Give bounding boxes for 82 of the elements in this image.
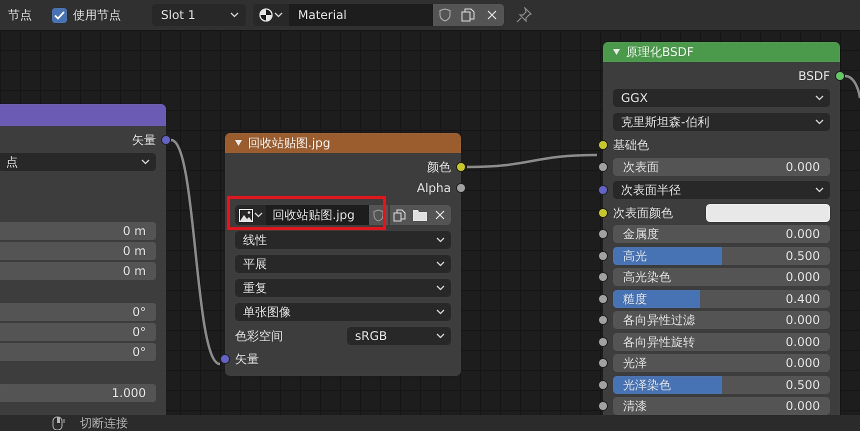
- number-field[interactable]: 1.000: [0, 384, 156, 402]
- node-header[interactable]: 原理化BSDF: [603, 42, 840, 62]
- dropdown[interactable]: 线性: [235, 231, 451, 249]
- chevron-icon: [436, 309, 445, 315]
- slot-dropdown[interactable]: Slot 1: [152, 4, 246, 26]
- close-icon: [435, 210, 446, 220]
- chevron-icon: [436, 237, 445, 243]
- duplicate-button[interactable]: [390, 205, 410, 225]
- dropdown[interactable]: 重复: [235, 279, 451, 297]
- value-slider[interactable]: 各向异性过滤 0.000: [613, 311, 830, 330]
- dropdown[interactable]: sRGB: [347, 327, 451, 345]
- value-slider[interactable]: 高光染色 0.000: [613, 268, 830, 286]
- dropdown[interactable]: 次表面半径: [613, 180, 830, 198]
- value-slider[interactable]: 糙度 0.400: [613, 290, 830, 308]
- socket-label: 基础色: [613, 137, 649, 154]
- shield-icon: [438, 8, 450, 22]
- number-field[interactable]: 0 m: [0, 262, 156, 280]
- node-header[interactable]: [0, 104, 166, 126]
- chevron-icon: [436, 261, 445, 267]
- copy-icon: [461, 8, 475, 22]
- image-icon: [238, 208, 253, 222]
- close-button[interactable]: [480, 4, 504, 26]
- dropdown[interactable]: 平展: [235, 255, 451, 273]
- checkbox[interactable]: [52, 8, 67, 22]
- node-link[interactable]: [171, 139, 220, 365]
- number-field[interactable]: 0°: [0, 303, 156, 321]
- close-button[interactable]: [429, 205, 451, 225]
- number-field[interactable]: 0°: [0, 323, 156, 341]
- material-name-field[interactable]: Material: [289, 4, 433, 26]
- value-slider[interactable]: 次表面 0.000: [613, 158, 830, 176]
- pin-icon[interactable]: [516, 7, 532, 23]
- chevron-icon: [230, 12, 239, 18]
- number-field[interactable]: 0°: [0, 343, 156, 361]
- value-slider[interactable]: 高光 0.500: [613, 246, 830, 265]
- use-nodes-checkbox[interactable]: 使用节点: [52, 6, 121, 24]
- folder-icon: [412, 209, 427, 221]
- chevron-icon: [815, 186, 824, 192]
- socket-label: Alpha: [416, 180, 451, 196]
- status-hint: 切断连接: [80, 415, 128, 431]
- material-browse-button[interactable]: [253, 4, 289, 26]
- value-slider[interactable]: 各向异性旋转 0.000: [613, 332, 830, 351]
- dropdown[interactable]: 单张图像: [235, 303, 451, 321]
- shield-icon: [372, 208, 384, 222]
- value-slider[interactable]: 光泽染色 0.500: [613, 376, 830, 394]
- node-title: 回收站贴图.jpg: [248, 135, 330, 152]
- color-swatch[interactable]: [706, 204, 830, 222]
- number-field[interactable]: 0 m: [0, 242, 156, 260]
- value-slider[interactable]: 清漆 0.000: [613, 397, 830, 415]
- close-icon: [487, 10, 497, 20]
- collapse-arrow-icon[interactable]: [613, 49, 620, 55]
- dropdown[interactable]: GGX: [613, 89, 830, 107]
- chevron-icon: [815, 119, 824, 125]
- chevron-icon: [141, 159, 150, 165]
- image-name-field[interactable]: 回收站贴图.jpg: [266, 205, 369, 225]
- copy-icon: [393, 208, 406, 222]
- node-header[interactable]: 回收站贴图.jpg: [225, 133, 461, 153]
- dropdown[interactable]: 克里斯坦森-伯利: [613, 113, 830, 131]
- socket-label: 颜色: [427, 158, 451, 176]
- fake-user-button[interactable]: [433, 4, 456, 26]
- socket-label: 次表面颜色: [613, 204, 673, 222]
- socket-label: 矢量: [235, 351, 259, 368]
- chevron-icon: [274, 12, 283, 18]
- field-label: 色彩空间: [235, 328, 283, 345]
- dropdown[interactable]: 点: [0, 153, 156, 171]
- socket-label: 矢量: [132, 132, 156, 148]
- chevron-icon: [254, 212, 263, 218]
- mouse-icon: [50, 416, 66, 430]
- number-field[interactable]: 0 m: [0, 222, 156, 240]
- chevron-icon: [436, 285, 445, 291]
- value-slider[interactable]: 光泽 0.000: [613, 354, 830, 372]
- node-link[interactable]: [845, 74, 860, 98]
- sphere-icon: [259, 8, 273, 22]
- node-link[interactable]: [467, 154, 597, 168]
- node-title: 原理化BSDF: [626, 44, 694, 61]
- socket-label: BSDF: [798, 68, 830, 84]
- chevron-icon: [815, 95, 824, 101]
- chevron-icon: [436, 333, 445, 339]
- value-slider[interactable]: 金属度 0.000: [613, 225, 830, 244]
- collapse-arrow-icon[interactable]: [235, 140, 242, 146]
- image-browse-button[interactable]: [235, 205, 266, 225]
- check-icon: [54, 10, 65, 20]
- editor-label: 节点: [8, 7, 32, 24]
